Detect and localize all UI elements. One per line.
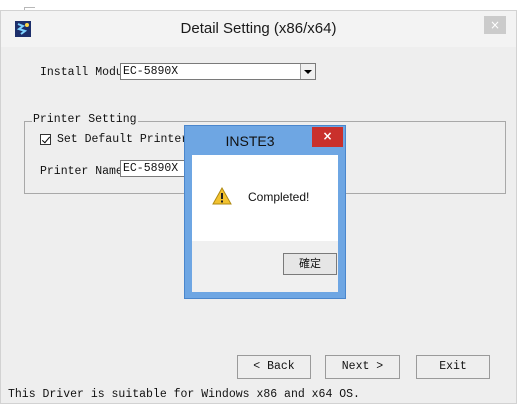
dialog-body: Completed! [192, 155, 338, 241]
dialog-message: Completed! [248, 190, 310, 204]
exit-button[interactable]: Exit [416, 355, 490, 379]
back-button[interactable]: < Back [237, 355, 311, 379]
footer-note: This Driver is suitable for Windows x86 … [8, 388, 360, 401]
completed-dialog: INSTE3 × Completed! 確定 [184, 125, 346, 299]
printer-name-label: Printer Name [40, 165, 123, 178]
set-default-label[interactable]: Set Default Printer [57, 133, 188, 146]
dropdown-button[interactable] [300, 64, 315, 79]
dialog-close-button[interactable]: × [312, 127, 343, 147]
printer-setting-legend: Printer Setting [32, 113, 138, 126]
set-default-checkbox[interactable] [40, 134, 51, 145]
dialog-title: INSTE3 [225, 133, 275, 149]
install-module-select[interactable]: EC-5890X [120, 63, 316, 80]
printer-name-field[interactable]: EC-5890X [120, 160, 190, 177]
checkmark-icon [41, 134, 51, 144]
window-title: Detail Setting (x86/x64) [180, 20, 337, 37]
warning-icon [212, 187, 232, 205]
chevron-down-icon [304, 70, 312, 74]
next-button[interactable]: Next > [325, 355, 400, 379]
ok-button[interactable]: 確定 [283, 253, 337, 275]
title-bar[interactable]: Detail Setting (x86/x64) × [1, 11, 516, 47]
install-module-value: EC-5890X [123, 65, 179, 78]
dialog-footer: 確定 [192, 241, 338, 292]
printer-name-value: EC-5890X [123, 162, 179, 175]
window-close-button[interactable]: × [484, 16, 506, 34]
